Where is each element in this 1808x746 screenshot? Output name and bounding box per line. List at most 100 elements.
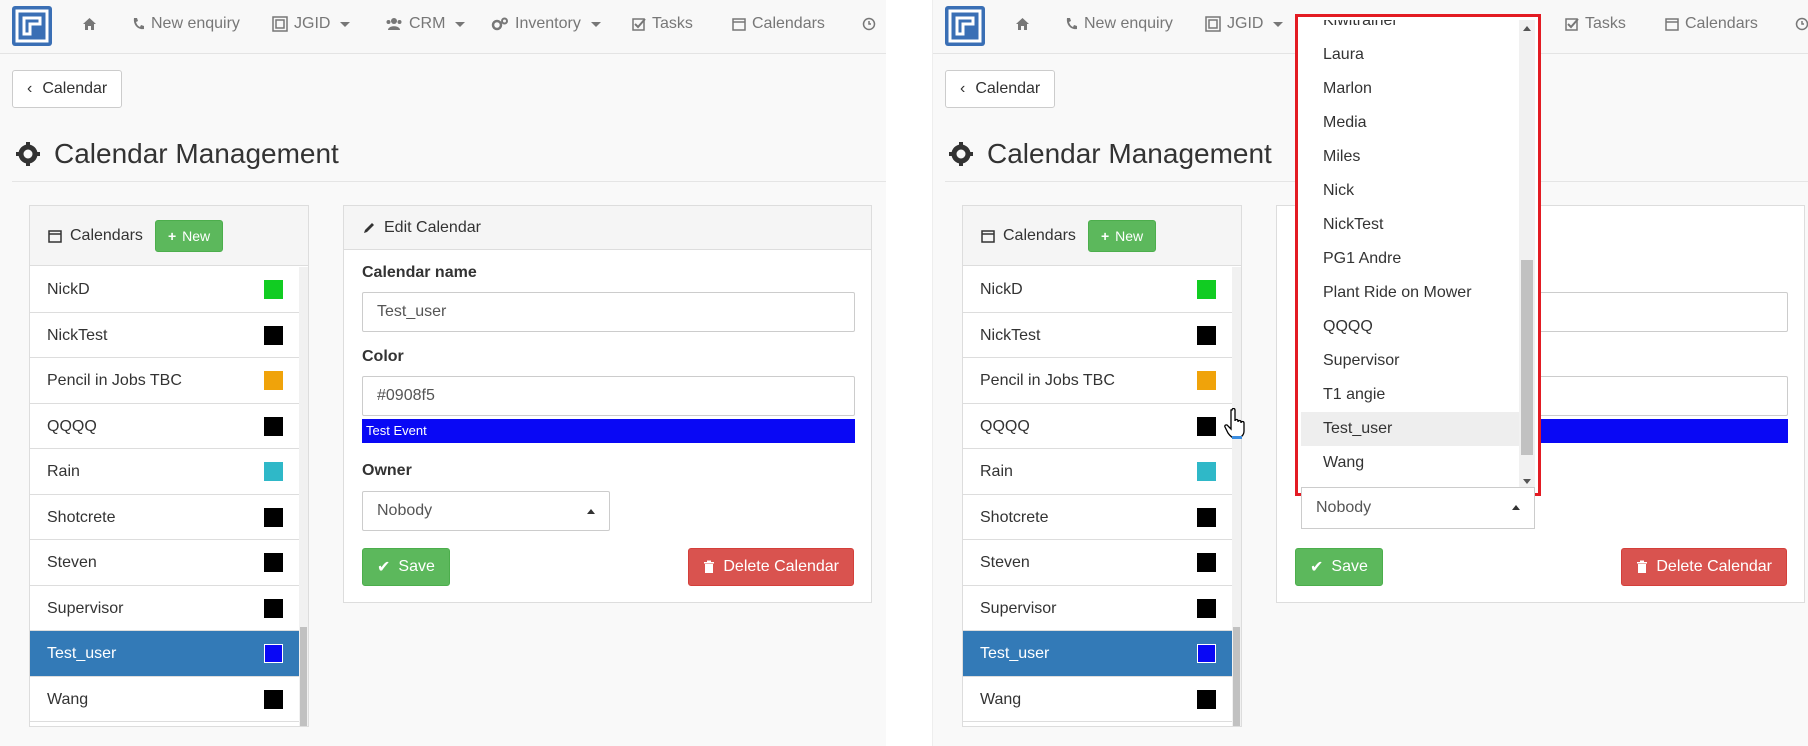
calendar-list-item[interactable]: Wang <box>30 677 300 722</box>
dropdown-option[interactable]: Wang <box>1301 446 1519 480</box>
calendar-color-swatch <box>1197 598 1216 618</box>
nav-tasks[interactable]: Tasks <box>1565 0 1626 48</box>
owner-dropdown-list[interactable]: Kiwitrainer Laura Marlon Media Miles Nick Nic… <box>1301 20 1519 490</box>
nav-clock[interactable] <box>862 0 876 48</box>
chevron-left-icon: ‹ <box>27 80 33 97</box>
dropdown-option[interactable]: QQQQ <box>1301 310 1519 344</box>
calendar-list-item[interactable]: Supervisor <box>963 586 1233 631</box>
scroll-down-icon[interactable] <box>1523 479 1531 484</box>
calendar-item-label: QQQQ <box>47 417 97 435</box>
calendar-list-item[interactable]: NickD <box>963 267 1233 313</box>
calendar-name-input[interactable]: Test_user <box>362 292 855 332</box>
dropdown-option[interactable]: Test_user <box>1301 412 1519 446</box>
calendar-color-swatch <box>264 371 283 390</box>
calendar-list-item[interactable]: Steven <box>963 540 1233 586</box>
calendar-color-swatch <box>264 325 283 345</box>
delete-calendar-button[interactable]: Delete Calendar <box>1621 548 1787 586</box>
nav-clock[interactable] <box>1795 0 1808 48</box>
calendar-list-item[interactable]: Rain <box>30 449 300 495</box>
nav-crm[interactable]: CRM <box>385 0 466 48</box>
dropdown-option[interactable]: Nick <box>1301 174 1519 208</box>
calendar-list-item[interactable]: NickTest <box>963 313 1233 358</box>
dropdown-option[interactable]: Marlon <box>1301 72 1519 106</box>
calendar-list-item[interactable]: QQQQ <box>30 404 300 449</box>
back-to-calendar-button[interactable]: ‹ Calendar <box>945 70 1056 108</box>
dropdown-option[interactable]: Supervisor <box>1301 344 1519 378</box>
nav-new-enquiry[interactable]: New enquiry <box>132 0 240 48</box>
calendar-color-swatch <box>264 644 283 663</box>
color-input[interactable]: #0908f5 <box>362 376 855 416</box>
save-button[interactable]: ✔ Save <box>1295 548 1383 586</box>
dropdown-option[interactable]: Media <box>1301 106 1519 140</box>
dropdown-option[interactable]: NickTest <box>1301 208 1519 242</box>
owner-select-value: Nobody <box>377 502 433 519</box>
calendar-list-item[interactable]: NickTest <box>30 313 300 358</box>
calendar-list: NickD NickTest Pencil in Jobs TBC QQQQ Rain S… <box>30 267 300 722</box>
new-button-label: New <box>182 227 211 244</box>
dropdown-option-partial[interactable]: Kiwitrainer <box>1301 20 1519 38</box>
calendar-item-label: Pencil in Jobs TBC <box>47 372 182 389</box>
scrollbar-thumb[interactable] <box>300 627 307 726</box>
nav-calendars[interactable]: Calendars <box>1665 0 1758 48</box>
calendar-item-label: Wang <box>980 690 1022 708</box>
nav-jgid[interactable]: JGID <box>272 0 351 48</box>
save-button[interactable]: ✔ Save <box>362 548 450 586</box>
check-square-icon <box>632 18 646 31</box>
back-to-calendar-button[interactable]: ‹ Calendar <box>12 70 123 108</box>
nav-tasks[interactable]: Tasks <box>632 0 693 48</box>
delete-button-label: Delete Calendar <box>723 558 839 575</box>
delete-calendar-button[interactable]: Delete Calendar <box>688 548 854 586</box>
scroll-up-icon[interactable] <box>1523 26 1531 31</box>
left-screenshot: New enquiry JGID CRM Inventory Tasks Cal… <box>0 0 886 746</box>
dropdown-option[interactable]: Laura <box>1301 38 1519 72</box>
clock-icon <box>1795 17 1808 31</box>
calendar-list-item[interactable]: Test_user <box>963 631 1233 677</box>
calendar-list-item[interactable]: Steven <box>30 540 300 586</box>
navbar: New enquiry JGID CRM Inventory Tasks Cal… <box>0 0 886 54</box>
calendar-color-swatch <box>1197 280 1216 299</box>
nav-jgid[interactable]: JGID <box>1205 0 1284 48</box>
calendar-list-item[interactable]: Pencil in Jobs TBC <box>30 358 300 404</box>
calendar-list-item[interactable]: QQQQ <box>963 404 1233 449</box>
calendar-list-item[interactable]: NickD <box>30 267 300 313</box>
caret-up-icon <box>1512 505 1520 510</box>
new-calendar-button[interactable]: + New <box>154 219 224 252</box>
calendar-color-swatch <box>264 507 283 527</box>
calendar-list-item[interactable]: Test_user <box>30 631 300 677</box>
calendar-list-item[interactable]: Supervisor <box>30 586 300 631</box>
nav-tasks-label: Tasks <box>652 15 693 32</box>
dropdown-scrollbar-thumb[interactable] <box>1521 260 1533 455</box>
scrollbar[interactable] <box>1232 267 1241 726</box>
save-button-label: Save <box>398 558 435 575</box>
nav-new-enquiry[interactable]: New enquiry <box>1065 0 1173 48</box>
dropdown-option[interactable]: Miles <box>1301 140 1519 174</box>
scrollbar-thumb[interactable] <box>1233 627 1240 726</box>
new-button-label: New <box>1115 227 1144 244</box>
back-button-label: Calendar <box>975 80 1041 97</box>
calendar-item-label: Wang <box>47 690 89 708</box>
calendar-list-item[interactable]: Shotcrete <box>963 495 1233 540</box>
dropdown-option[interactable]: Plant Ride on Mower <box>1301 276 1519 310</box>
new-calendar-button[interactable]: + New <box>1087 219 1157 252</box>
right-screenshot: New enquiry JGID Tasks Calendars ‹ Calen… <box>932 0 1808 746</box>
owner-select[interactable]: Nobody <box>1301 487 1535 529</box>
calendar-list-item[interactable]: Wang <box>963 677 1233 722</box>
calendar-list-item[interactable]: Rain <box>963 449 1233 495</box>
calendar-color-swatch <box>1197 689 1216 709</box>
calendar-list-item[interactable]: Pencil in Jobs TBC <box>963 358 1233 404</box>
calendars-panel-title: Calendars <box>70 226 143 244</box>
dropdown-option[interactable]: PG1 Andre <box>1301 242 1519 276</box>
dropdown-scrollbar[interactable] <box>1519 20 1535 490</box>
nav-inventory[interactable]: Inventory <box>491 0 601 48</box>
chevron-down-icon <box>590 21 601 27</box>
calendar-list-item[interactable]: Shotcrete <box>30 495 300 540</box>
nav-home[interactable] <box>1015 0 1030 48</box>
back-button-label: Calendar <box>42 80 108 97</box>
nav-home[interactable] <box>82 0 97 48</box>
app-logo[interactable] <box>12 6 52 46</box>
dropdown-option[interactable]: T1 angie <box>1301 378 1519 412</box>
app-logo[interactable] <box>945 6 985 46</box>
owner-select[interactable]: Nobody <box>362 491 610 531</box>
scrollbar[interactable] <box>299 267 308 726</box>
nav-calendars[interactable]: Calendars <box>732 0 825 48</box>
